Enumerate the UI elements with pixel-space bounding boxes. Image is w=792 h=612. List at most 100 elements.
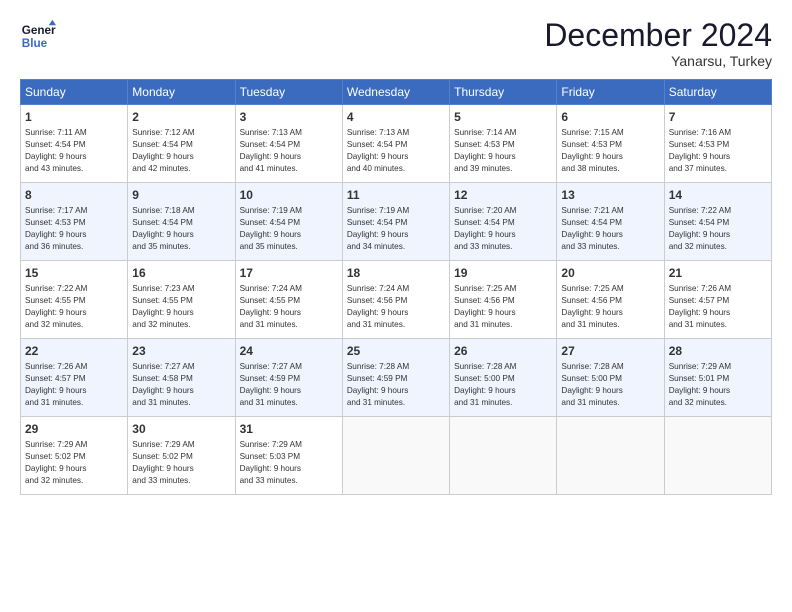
day-info: Sunrise: 7:27 AM Sunset: 4:59 PM Dayligh… bbox=[240, 361, 338, 409]
day-number: 27 bbox=[561, 343, 659, 360]
table-cell: 31Sunrise: 7:29 AM Sunset: 5:03 PM Dayli… bbox=[235, 417, 342, 495]
day-info: Sunrise: 7:20 AM Sunset: 4:54 PM Dayligh… bbox=[454, 205, 552, 253]
table-cell: 5Sunrise: 7:14 AM Sunset: 4:53 PM Daylig… bbox=[450, 105, 557, 183]
day-number: 7 bbox=[669, 109, 767, 126]
day-info: Sunrise: 7:19 AM Sunset: 4:54 PM Dayligh… bbox=[347, 205, 445, 253]
day-number: 10 bbox=[240, 187, 338, 204]
table-cell bbox=[557, 417, 664, 495]
day-number: 2 bbox=[132, 109, 230, 126]
day-number: 4 bbox=[347, 109, 445, 126]
day-number: 22 bbox=[25, 343, 123, 360]
month-title: December 2024 bbox=[544, 18, 772, 53]
day-info: Sunrise: 7:13 AM Sunset: 4:54 PM Dayligh… bbox=[347, 127, 445, 175]
day-info: Sunrise: 7:17 AM Sunset: 4:53 PM Dayligh… bbox=[25, 205, 123, 253]
day-info: Sunrise: 7:26 AM Sunset: 4:57 PM Dayligh… bbox=[25, 361, 123, 409]
day-number: 15 bbox=[25, 265, 123, 282]
calendar-page: General Blue December 2024 Yanarsu, Turk… bbox=[0, 0, 792, 612]
day-number: 19 bbox=[454, 265, 552, 282]
day-info: Sunrise: 7:28 AM Sunset: 4:59 PM Dayligh… bbox=[347, 361, 445, 409]
day-info: Sunrise: 7:23 AM Sunset: 4:55 PM Dayligh… bbox=[132, 283, 230, 331]
svg-text:Blue: Blue bbox=[22, 37, 48, 50]
calendar-row: 22Sunrise: 7:26 AM Sunset: 4:57 PM Dayli… bbox=[21, 339, 772, 417]
day-info: Sunrise: 7:29 AM Sunset: 5:02 PM Dayligh… bbox=[25, 439, 123, 487]
header-row: Sunday Monday Tuesday Wednesday Thursday… bbox=[21, 80, 772, 105]
day-number: 9 bbox=[132, 187, 230, 204]
day-number: 8 bbox=[25, 187, 123, 204]
day-number: 18 bbox=[347, 265, 445, 282]
day-info: Sunrise: 7:11 AM Sunset: 4:54 PM Dayligh… bbox=[25, 127, 123, 175]
day-number: 28 bbox=[669, 343, 767, 360]
day-info: Sunrise: 7:14 AM Sunset: 4:53 PM Dayligh… bbox=[454, 127, 552, 175]
day-number: 13 bbox=[561, 187, 659, 204]
day-number: 26 bbox=[454, 343, 552, 360]
calendar-row: 15Sunrise: 7:22 AM Sunset: 4:55 PM Dayli… bbox=[21, 261, 772, 339]
day-number: 17 bbox=[240, 265, 338, 282]
day-info: Sunrise: 7:28 AM Sunset: 5:00 PM Dayligh… bbox=[561, 361, 659, 409]
day-number: 21 bbox=[669, 265, 767, 282]
table-cell: 20Sunrise: 7:25 AM Sunset: 4:56 PM Dayli… bbox=[557, 261, 664, 339]
day-number: 5 bbox=[454, 109, 552, 126]
table-cell: 26Sunrise: 7:28 AM Sunset: 5:00 PM Dayli… bbox=[450, 339, 557, 417]
day-info: Sunrise: 7:15 AM Sunset: 4:53 PM Dayligh… bbox=[561, 127, 659, 175]
table-cell: 2Sunrise: 7:12 AM Sunset: 4:54 PM Daylig… bbox=[128, 105, 235, 183]
day-number: 20 bbox=[561, 265, 659, 282]
day-info: Sunrise: 7:24 AM Sunset: 4:56 PM Dayligh… bbox=[347, 283, 445, 331]
day-number: 14 bbox=[669, 187, 767, 204]
col-tuesday: Tuesday bbox=[235, 80, 342, 105]
day-info: Sunrise: 7:25 AM Sunset: 4:56 PM Dayligh… bbox=[454, 283, 552, 331]
day-info: Sunrise: 7:24 AM Sunset: 4:55 PM Dayligh… bbox=[240, 283, 338, 331]
day-number: 23 bbox=[132, 343, 230, 360]
table-cell: 9Sunrise: 7:18 AM Sunset: 4:54 PM Daylig… bbox=[128, 183, 235, 261]
day-number: 1 bbox=[25, 109, 123, 126]
day-info: Sunrise: 7:26 AM Sunset: 4:57 PM Dayligh… bbox=[669, 283, 767, 331]
col-thursday: Thursday bbox=[450, 80, 557, 105]
table-cell: 24Sunrise: 7:27 AM Sunset: 4:59 PM Dayli… bbox=[235, 339, 342, 417]
day-number: 11 bbox=[347, 187, 445, 204]
table-cell bbox=[342, 417, 449, 495]
day-info: Sunrise: 7:27 AM Sunset: 4:58 PM Dayligh… bbox=[132, 361, 230, 409]
table-cell: 12Sunrise: 7:20 AM Sunset: 4:54 PM Dayli… bbox=[450, 183, 557, 261]
day-info: Sunrise: 7:19 AM Sunset: 4:54 PM Dayligh… bbox=[240, 205, 338, 253]
day-info: Sunrise: 7:28 AM Sunset: 5:00 PM Dayligh… bbox=[454, 361, 552, 409]
title-block: December 2024 Yanarsu, Turkey bbox=[544, 18, 772, 69]
table-cell: 18Sunrise: 7:24 AM Sunset: 4:56 PM Dayli… bbox=[342, 261, 449, 339]
table-cell: 1Sunrise: 7:11 AM Sunset: 4:54 PM Daylig… bbox=[21, 105, 128, 183]
day-info: Sunrise: 7:13 AM Sunset: 4:54 PM Dayligh… bbox=[240, 127, 338, 175]
header: General Blue December 2024 Yanarsu, Turk… bbox=[20, 18, 772, 69]
table-cell: 29Sunrise: 7:29 AM Sunset: 5:02 PM Dayli… bbox=[21, 417, 128, 495]
day-number: 12 bbox=[454, 187, 552, 204]
table-cell: 19Sunrise: 7:25 AM Sunset: 4:56 PM Dayli… bbox=[450, 261, 557, 339]
svg-text:General: General bbox=[22, 24, 56, 37]
table-cell bbox=[664, 417, 771, 495]
table-cell: 21Sunrise: 7:26 AM Sunset: 4:57 PM Dayli… bbox=[664, 261, 771, 339]
table-cell: 8Sunrise: 7:17 AM Sunset: 4:53 PM Daylig… bbox=[21, 183, 128, 261]
table-cell: 11Sunrise: 7:19 AM Sunset: 4:54 PM Dayli… bbox=[342, 183, 449, 261]
day-number: 16 bbox=[132, 265, 230, 282]
day-info: Sunrise: 7:29 AM Sunset: 5:03 PM Dayligh… bbox=[240, 439, 338, 487]
day-number: 6 bbox=[561, 109, 659, 126]
table-cell: 6Sunrise: 7:15 AM Sunset: 4:53 PM Daylig… bbox=[557, 105, 664, 183]
day-info: Sunrise: 7:29 AM Sunset: 5:02 PM Dayligh… bbox=[132, 439, 230, 487]
day-info: Sunrise: 7:25 AM Sunset: 4:56 PM Dayligh… bbox=[561, 283, 659, 331]
day-number: 25 bbox=[347, 343, 445, 360]
day-info: Sunrise: 7:12 AM Sunset: 4:54 PM Dayligh… bbox=[132, 127, 230, 175]
table-cell: 16Sunrise: 7:23 AM Sunset: 4:55 PM Dayli… bbox=[128, 261, 235, 339]
col-wednesday: Wednesday bbox=[342, 80, 449, 105]
table-cell: 27Sunrise: 7:28 AM Sunset: 5:00 PM Dayli… bbox=[557, 339, 664, 417]
day-info: Sunrise: 7:18 AM Sunset: 4:54 PM Dayligh… bbox=[132, 205, 230, 253]
logo: General Blue bbox=[20, 18, 56, 54]
day-number: 3 bbox=[240, 109, 338, 126]
table-cell: 15Sunrise: 7:22 AM Sunset: 4:55 PM Dayli… bbox=[21, 261, 128, 339]
logo-icon: General Blue bbox=[20, 18, 56, 54]
day-info: Sunrise: 7:22 AM Sunset: 4:55 PM Dayligh… bbox=[25, 283, 123, 331]
day-number: 24 bbox=[240, 343, 338, 360]
table-cell: 10Sunrise: 7:19 AM Sunset: 4:54 PM Dayli… bbox=[235, 183, 342, 261]
table-cell: 4Sunrise: 7:13 AM Sunset: 4:54 PM Daylig… bbox=[342, 105, 449, 183]
day-number: 30 bbox=[132, 421, 230, 438]
day-number: 29 bbox=[25, 421, 123, 438]
calendar-row: 8Sunrise: 7:17 AM Sunset: 4:53 PM Daylig… bbox=[21, 183, 772, 261]
table-cell bbox=[450, 417, 557, 495]
table-cell: 14Sunrise: 7:22 AM Sunset: 4:54 PM Dayli… bbox=[664, 183, 771, 261]
col-monday: Monday bbox=[128, 80, 235, 105]
table-cell: 7Sunrise: 7:16 AM Sunset: 4:53 PM Daylig… bbox=[664, 105, 771, 183]
